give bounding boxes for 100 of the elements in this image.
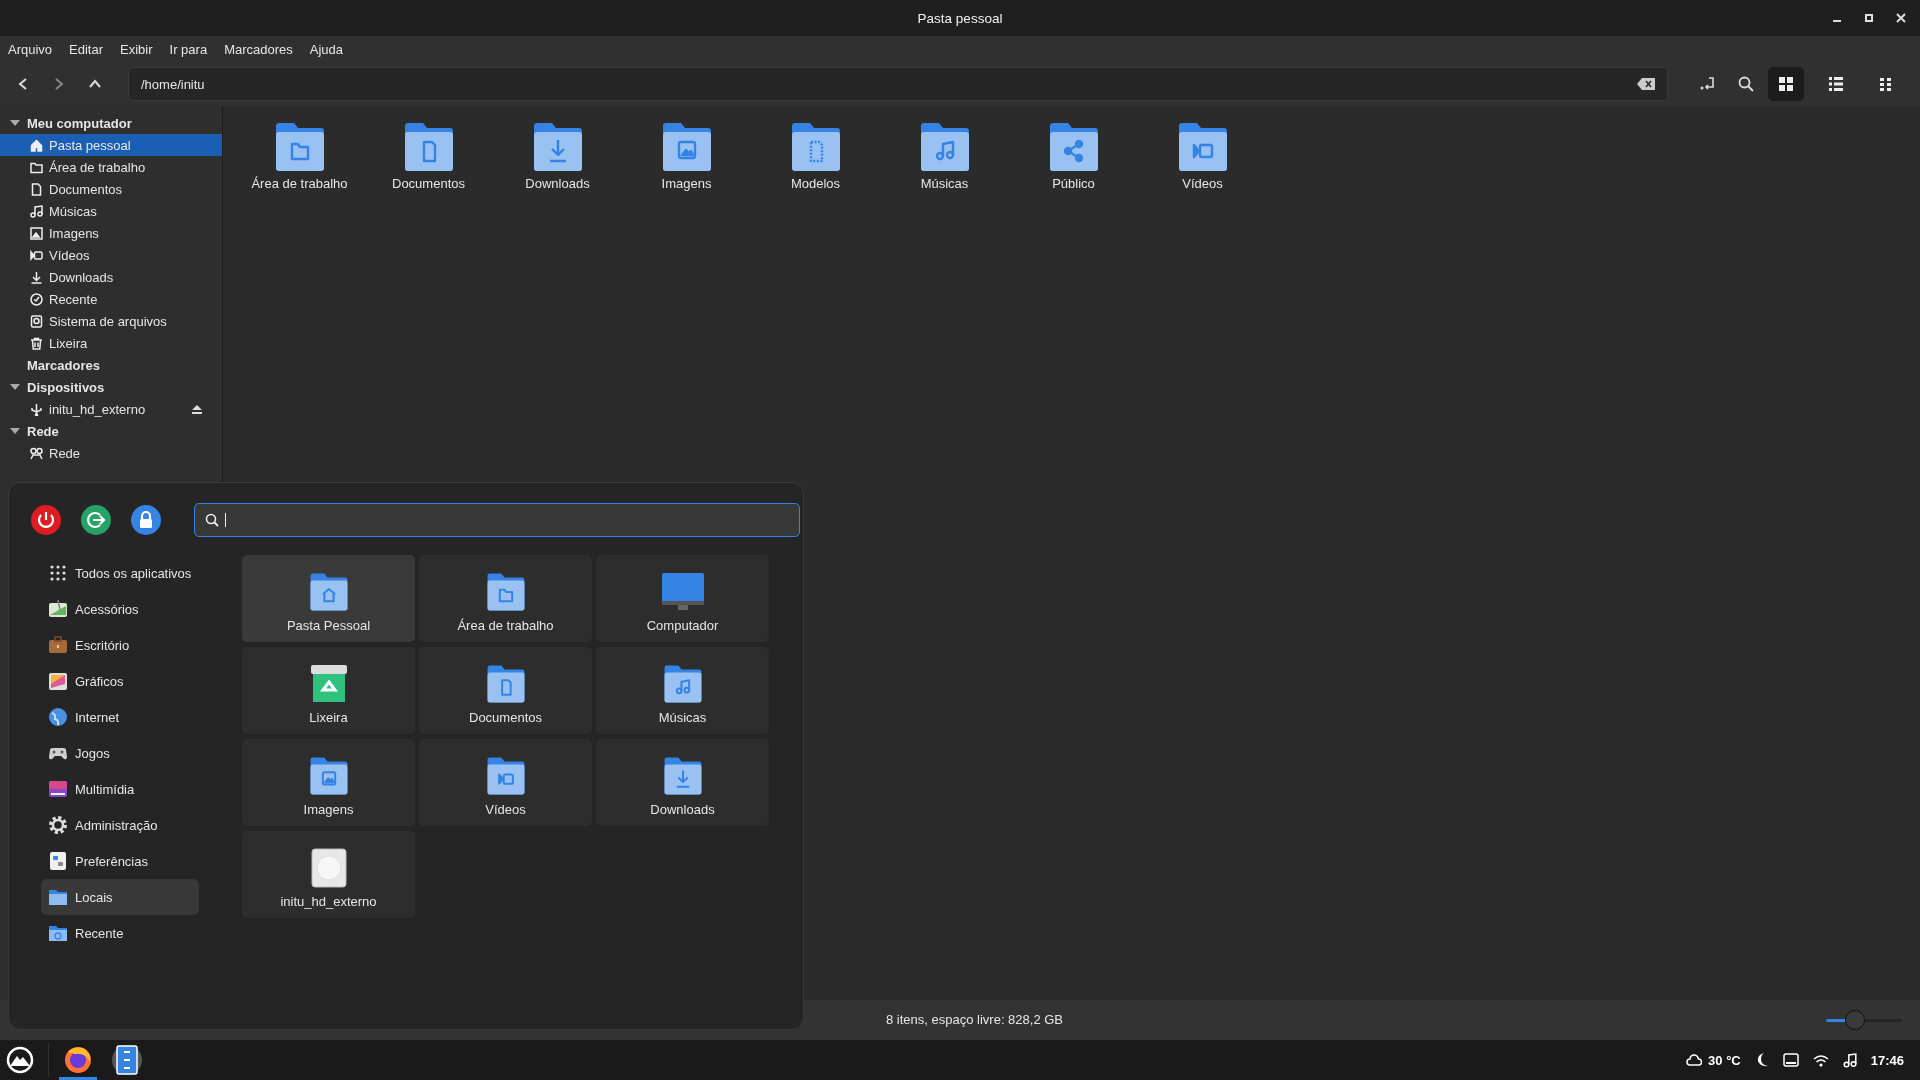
sidebar-item[interactable]: Vídeos [0, 244, 222, 266]
clock[interactable]: 17:46 [1870, 1052, 1904, 1068]
recent-icon [30, 292, 43, 306]
category-item[interactable]: Administração [41, 807, 199, 843]
category-item[interactable]: Preferências [41, 843, 199, 879]
sidebar-item[interactable]: Área de trabalho [0, 156, 222, 178]
folder-icon [485, 664, 526, 704]
menu-item[interactable]: Arquivo [8, 41, 61, 57]
expander-icon[interactable] [10, 119, 20, 127]
category-item[interactable]: Multimídia [41, 771, 199, 807]
search-icon[interactable] [1738, 76, 1754, 92]
sidebar-item[interactable]: Músicas [0, 200, 222, 222]
sidebar-item[interactable]: Imagens [0, 222, 222, 244]
maximize-icon[interactable] [1864, 13, 1874, 23]
trash-icon [309, 664, 348, 704]
category-item[interactable]: Locais [41, 879, 199, 915]
document-icon [30, 182, 43, 196]
path-field[interactable]: /home/initu [128, 67, 1668, 101]
menu-logo-icon[interactable] [6, 1046, 34, 1074]
category-item[interactable]: Internet [41, 699, 199, 735]
slider-handle[interactable] [1844, 1010, 1865, 1030]
lock-button[interactable] [131, 505, 161, 535]
place-tile[interactable]: Músicas [596, 647, 769, 734]
list-view-icon [1829, 77, 1843, 91]
video-icon [30, 248, 43, 262]
section-heading: Dispositivos [27, 379, 105, 395]
search-icon [205, 513, 219, 527]
accessories-category-icon [47, 598, 69, 620]
category-item[interactable]: Escritório [41, 627, 199, 663]
expander-icon[interactable] [10, 383, 20, 391]
wifi-icon[interactable] [1812, 1053, 1829, 1067]
display-icon[interactable] [1782, 1053, 1799, 1067]
menu-item[interactable]: Ajuda [309, 41, 352, 57]
graphics-category-icon [47, 670, 69, 692]
sidebar-item[interactable]: Pasta pessoal [0, 134, 222, 156]
category-item[interactable]: Recente [41, 915, 199, 951]
sidebar-item[interactable]: Recente [0, 288, 222, 310]
section-heading: Rede [27, 423, 59, 439]
place-tile[interactable]: Downloads [596, 739, 769, 826]
grid-view-button[interactable] [1768, 67, 1804, 101]
network-icon [30, 446, 43, 460]
place-tile[interactable]: Pasta Pessoal [242, 555, 415, 642]
trash-icon [30, 336, 43, 350]
place-tile[interactable]: Vídeos [419, 739, 592, 826]
folder-icon [273, 122, 326, 172]
place-tile[interactable]: Lixeira [242, 647, 415, 734]
place-tile[interactable]: Computador [596, 555, 769, 642]
sidebar-item[interactable]: Lixeira [0, 332, 222, 354]
weather-temperature[interactable]: 30 °C [1708, 1052, 1741, 1068]
prefs-category-icon [47, 850, 69, 872]
location-toggle-icon[interactable] [1700, 77, 1716, 91]
music-icon[interactable] [1842, 1052, 1857, 1068]
category-item[interactable]: Jogos [41, 735, 199, 771]
clear-icon[interactable] [1637, 78, 1655, 90]
power-button[interactable] [31, 505, 61, 535]
menu-item[interactable]: Exibir [120, 41, 161, 57]
folder-item[interactable]: Público [1009, 122, 1138, 191]
sidebar-item[interactable]: Sistema de arquivos [0, 310, 222, 332]
folder-icon [402, 122, 455, 172]
close-icon[interactable] [1896, 13, 1906, 23]
folder-item[interactable]: Documentos [364, 122, 493, 191]
category-item[interactable]: Todos os aplicativos [41, 555, 199, 591]
zoom-slider[interactable] [1826, 1010, 1902, 1030]
search-field[interactable] [194, 503, 800, 537]
place-tile[interactable]: Área de trabalho [419, 555, 592, 642]
place-tile[interactable]: Imagens [242, 739, 415, 826]
menu-item[interactable]: Marcadores [224, 41, 301, 57]
music-icon [30, 204, 43, 218]
usb-icon [30, 402, 43, 416]
eject-icon[interactable] [192, 405, 202, 414]
folder-icon [789, 122, 842, 172]
window-title: Pasta pessoal [917, 10, 1003, 26]
folder-item[interactable]: Área de trabalho [235, 122, 364, 191]
place-tile[interactable]: initu_hd_externo [242, 831, 415, 918]
folder-item[interactable]: Vídeos [1138, 122, 1267, 191]
place-tile[interactable]: Documentos [419, 647, 592, 734]
section-heading: Meu computador [27, 115, 132, 131]
sidebar-item[interactable]: Downloads [0, 266, 222, 288]
logout-button[interactable] [81, 505, 111, 535]
sidebar-item[interactable]: Documentos [0, 178, 222, 200]
folder-item[interactable]: Imagens [622, 122, 751, 191]
expander-icon[interactable] [10, 427, 20, 435]
category-item[interactable]: Gráficos [41, 663, 199, 699]
folder-icon [660, 122, 713, 172]
category-item[interactable]: Acessórios [41, 591, 199, 627]
drive-icon [30, 314, 43, 328]
menu-item[interactable]: Editar [69, 41, 112, 57]
folder-icon [1047, 122, 1100, 172]
folder-item[interactable]: Músicas [880, 122, 1009, 191]
folder-icon [531, 122, 584, 172]
status-text: 8 itens, espaço livre: 828,2 GB [886, 1012, 1064, 1027]
folder-icon [918, 122, 971, 172]
monitor-icon [660, 572, 705, 612]
folder-item[interactable]: Modelos [751, 122, 880, 191]
folder-item[interactable]: Downloads [493, 122, 622, 191]
image-icon [30, 226, 43, 240]
files-taskbar-button[interactable] [112, 1045, 142, 1075]
menu-item[interactable]: Ir para [169, 41, 216, 57]
sidebar-item[interactable]: Rede [0, 442, 222, 464]
sidebar-item[interactable]: initu_hd_externo [0, 398, 222, 420]
